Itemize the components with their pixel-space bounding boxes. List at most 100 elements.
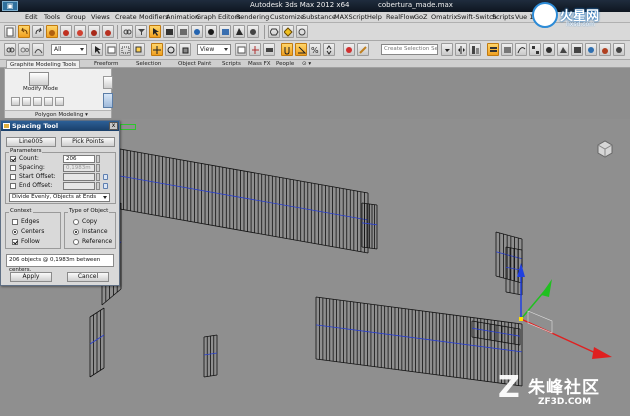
start-offset-input[interactable] xyxy=(63,173,95,181)
close-icon[interactable]: x xyxy=(109,122,118,130)
apply-button[interactable]: Apply xyxy=(10,272,52,282)
menu-realflow[interactable]: RealFlow xyxy=(386,13,415,21)
select-rotate-icon[interactable] xyxy=(165,43,177,56)
material-editor-toolbar-icon[interactable] xyxy=(543,43,555,56)
hexagon-icon[interactable] xyxy=(268,25,280,38)
graphite-toggle-icon[interactable] xyxy=(501,43,513,56)
count-input[interactable]: 206 xyxy=(63,155,95,163)
menu-edit[interactable]: Edit xyxy=(25,13,38,21)
filter-icon[interactable] xyxy=(135,25,147,38)
ribbon-side-button[interactable] xyxy=(103,76,113,89)
keyboard-shortcut-icon[interactable] xyxy=(263,43,275,56)
angle-snap-icon[interactable] xyxy=(295,43,307,56)
vertex-icon[interactable] xyxy=(11,97,20,106)
select-and-link-icon[interactable] xyxy=(4,43,16,56)
tab-graphite-modeling-tools[interactable]: Graphite Modeling Tools xyxy=(6,60,81,68)
environment-icon[interactable] xyxy=(247,25,259,38)
edge-icon[interactable] xyxy=(22,97,31,106)
element-icon[interactable] xyxy=(55,97,64,106)
slate-editor-icon[interactable] xyxy=(219,25,231,38)
reference-radio[interactable] xyxy=(73,239,79,245)
border-icon[interactable] xyxy=(33,97,42,106)
named-selection-dropdown-icon[interactable] xyxy=(441,43,453,56)
tab-freeform[interactable]: Freeform xyxy=(94,60,119,68)
select-object-icon[interactable] xyxy=(149,25,161,38)
mirror-icon[interactable] xyxy=(455,43,467,56)
viewcube-icon[interactable] xyxy=(594,138,616,160)
polygon-icon[interactable] xyxy=(44,97,53,106)
spacing-input[interactable]: 0,1983m xyxy=(63,164,95,172)
tab-mass-fx[interactable]: Mass FX xyxy=(248,60,271,68)
end-offset-input[interactable] xyxy=(63,182,95,190)
selection-filter-select[interactable]: All xyxy=(51,44,87,55)
count-checkbox[interactable] xyxy=(10,156,16,162)
redo-button[interactable] xyxy=(32,25,44,38)
copy-radio[interactable] xyxy=(73,219,79,225)
pivot-center-icon[interactable] xyxy=(235,43,247,56)
pick-points-button[interactable]: Pick Points xyxy=(61,137,115,147)
render-setup-icon[interactable] xyxy=(163,25,175,38)
follow-checkbox[interactable] xyxy=(12,239,18,245)
undo-button[interactable] xyxy=(18,25,30,38)
render-setup-toolbar-icon[interactable] xyxy=(557,43,569,56)
edit-named-sets-icon[interactable] xyxy=(343,43,355,56)
menu-graph-editors[interactable]: Graph Editors xyxy=(196,13,241,21)
end-offset-checkbox[interactable] xyxy=(10,183,16,189)
menu-customize[interactable]: Customize xyxy=(270,13,304,21)
rect-selection-icon[interactable] xyxy=(119,43,131,56)
lock-icon[interactable] xyxy=(103,183,108,189)
layer-manager-icon[interactable] xyxy=(487,43,499,56)
start-offset-checkbox[interactable] xyxy=(10,174,16,180)
select-scale-icon[interactable] xyxy=(179,43,191,56)
tab-scripts[interactable]: Scripts xyxy=(222,60,241,68)
menu-help[interactable]: Help xyxy=(367,13,382,21)
select-move-icon[interactable] xyxy=(151,43,163,56)
menu-group[interactable]: Group xyxy=(66,13,86,21)
instance-radio[interactable] xyxy=(73,229,79,235)
environment-toolbar-icon[interactable] xyxy=(613,43,625,56)
select-by-name-icon[interactable] xyxy=(105,43,117,56)
edges-checkbox[interactable] xyxy=(12,219,18,225)
teapot-material-icon[interactable] xyxy=(74,25,86,38)
lock-icon[interactable] xyxy=(103,174,108,180)
snap-toggle-icon[interactable] xyxy=(281,43,293,56)
unlink-icon[interactable] xyxy=(18,43,30,56)
centers-radio[interactable] xyxy=(12,229,18,235)
spacing-spinner[interactable] xyxy=(96,164,100,172)
menu-omatrix[interactable]: Omatrix xyxy=(431,13,457,21)
teapot-shaded-icon[interactable] xyxy=(60,25,72,38)
render-toolbar-icon[interactable] xyxy=(585,43,597,56)
viewport-label[interactable] xyxy=(120,124,136,130)
align-icon[interactable] xyxy=(469,43,481,56)
menu-rendering[interactable]: Rendering xyxy=(236,13,269,21)
schematic-view-icon[interactable] xyxy=(529,43,541,56)
rendered-frame-toolbar-icon[interactable] xyxy=(571,43,583,56)
menu-goz[interactable]: GoZ xyxy=(414,13,427,21)
menu-swift-switch[interactable]: Swift-Switch xyxy=(457,13,497,21)
menu-maxscript[interactable]: MAXScript xyxy=(334,13,367,21)
link-icon[interactable] xyxy=(121,25,133,38)
select-icon[interactable] xyxy=(91,43,103,56)
percent-snap-icon[interactable]: % xyxy=(309,43,321,56)
window-crossing-icon[interactable] xyxy=(133,43,145,56)
reference-coord-select[interactable]: View xyxy=(197,44,231,55)
menu-substance[interactable]: Substance xyxy=(302,13,336,21)
material-editor-icon[interactable] xyxy=(205,25,217,38)
menu-tools[interactable]: Tools xyxy=(44,13,60,21)
select-manipulate-icon[interactable] xyxy=(249,43,261,56)
teapot-active-icon[interactable] xyxy=(102,25,114,38)
menu-views[interactable]: Views xyxy=(91,13,110,21)
pick-path-button[interactable]: Line005 xyxy=(6,137,56,147)
tab-object-paint[interactable]: Object Paint xyxy=(178,60,211,68)
teapot-render-icon[interactable] xyxy=(46,25,58,38)
menu-animation[interactable]: Animation xyxy=(166,13,199,21)
dialog-title-bar[interactable]: Spacing Tool xyxy=(1,121,119,131)
curve-editor-icon[interactable] xyxy=(515,43,527,56)
named-selection-input[interactable]: Create Selection Se xyxy=(381,44,438,55)
spinner-snap-icon[interactable] xyxy=(323,43,335,56)
modify-mode-button[interactable] xyxy=(29,72,49,86)
distribution-select[interactable]: Divide Evenly, Objects at Ends xyxy=(9,193,110,202)
edit-named-pencil-icon[interactable] xyxy=(357,43,369,56)
end-offset-spinner[interactable] xyxy=(96,182,100,190)
ribbon-pin-button[interactable] xyxy=(103,93,113,108)
